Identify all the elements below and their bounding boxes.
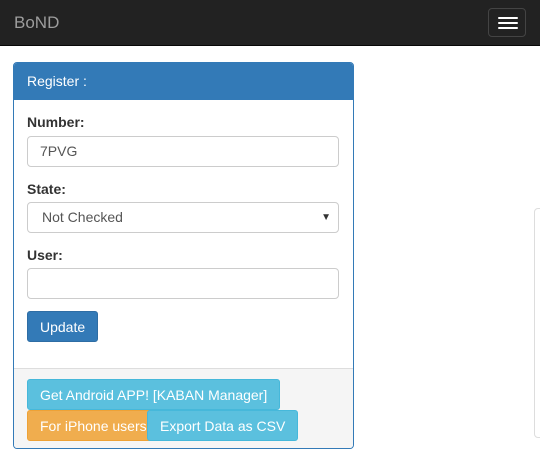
number-label: Number: xyxy=(27,114,85,130)
caret-down-icon: ▼ xyxy=(321,212,331,223)
register-form: Number: 7PVG State: Not Checked ▼ User: … xyxy=(14,100,353,368)
iphone-users-button[interactable]: For iPhone users xyxy=(27,410,160,441)
export-csv-button[interactable]: Export Data as CSV xyxy=(147,410,299,441)
user-input[interactable] xyxy=(27,268,339,299)
state-select-value: Not Checked xyxy=(42,209,123,225)
panel-footer: Get Android APP! [KABAN Manager] For iPh… xyxy=(14,368,353,448)
navbar-toggle-button[interactable] xyxy=(488,8,526,37)
state-label: State: xyxy=(27,181,66,197)
number-input[interactable]: 7PVG xyxy=(27,136,339,167)
state-select[interactable]: Not Checked ▼ xyxy=(27,202,339,233)
brand-link[interactable]: BoND xyxy=(14,13,59,33)
user-label: User: xyxy=(27,247,63,263)
get-android-app-button[interactable]: Get Android APP! [KABAN Manager] xyxy=(27,379,281,410)
panel-title: Register : xyxy=(14,63,353,100)
update-button[interactable]: Update xyxy=(27,311,99,342)
register-panel: Register : Number: 7PVG State: Not Check… xyxy=(13,62,354,449)
side-panel xyxy=(534,208,540,438)
top-navbar: BoND xyxy=(0,0,540,46)
number-input-value: 7PVG xyxy=(40,143,78,159)
